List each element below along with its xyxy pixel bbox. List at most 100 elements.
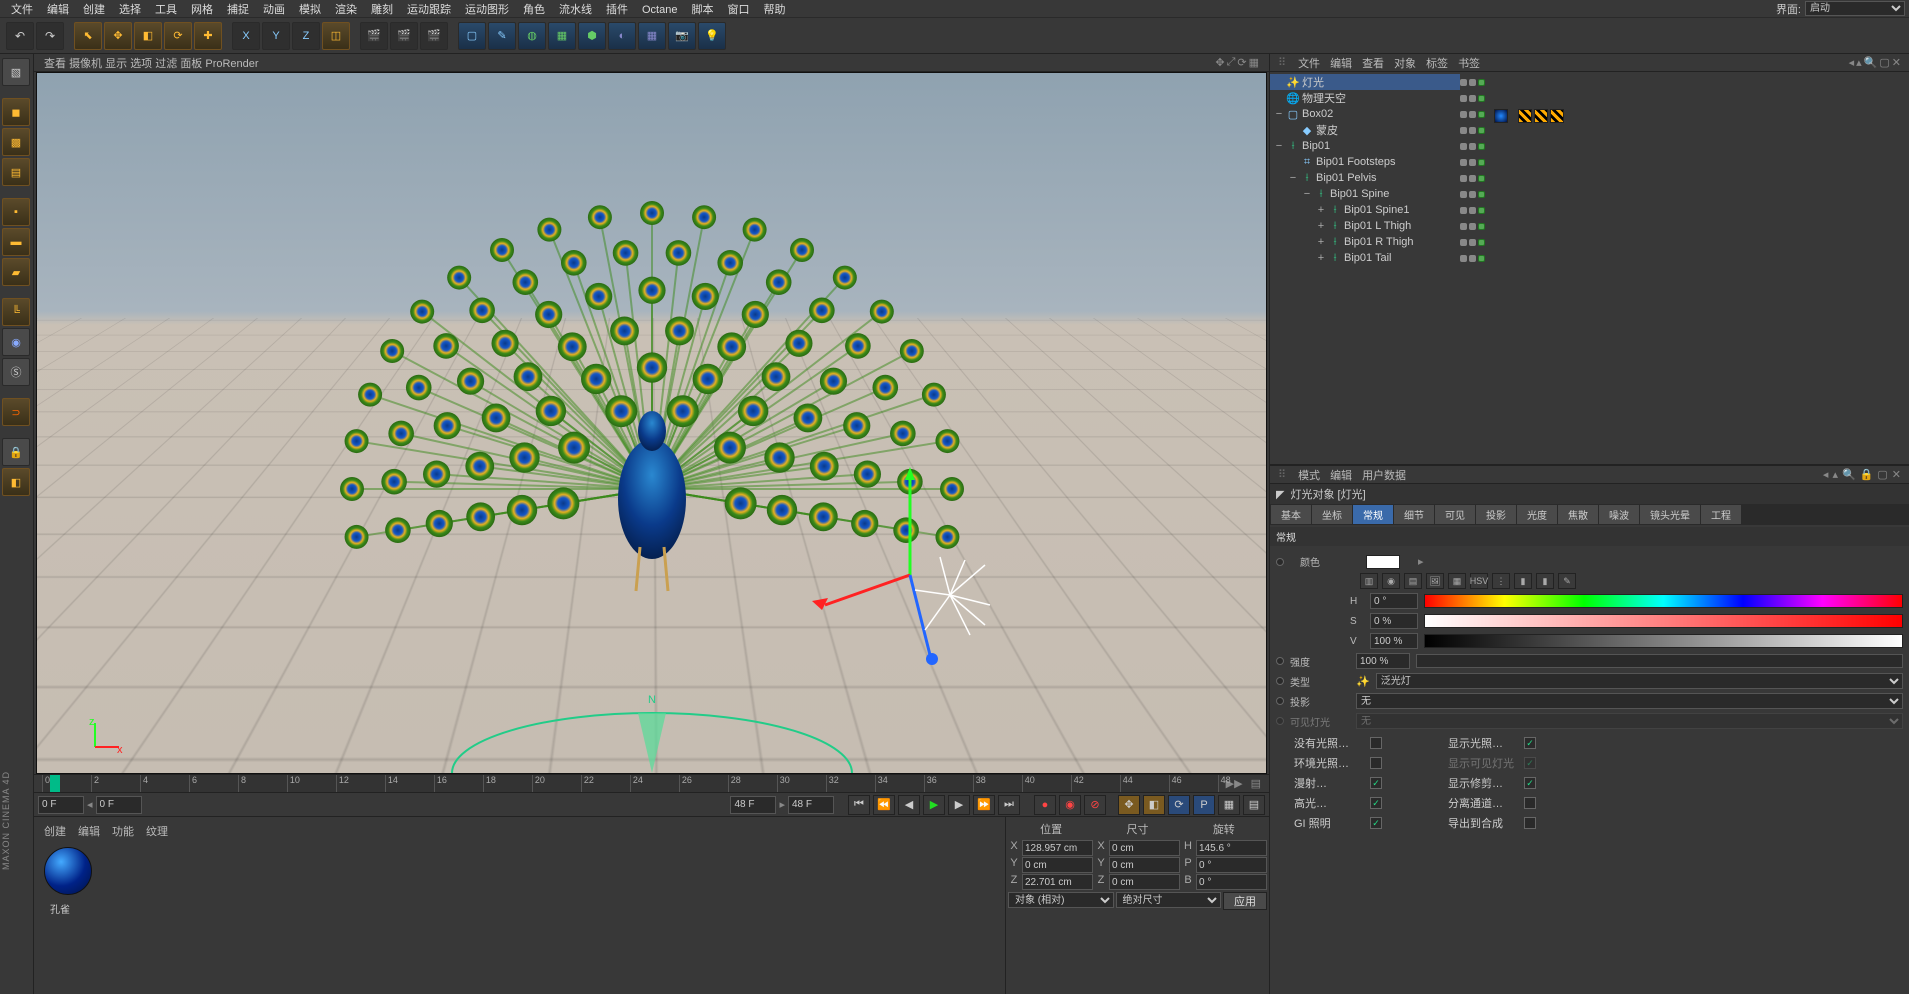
tree-item-Bip01-R-Thigh[interactable]: +⟊Bip01 R Thigh: [1270, 234, 1460, 250]
menu-网格[interactable]: 网格: [184, 4, 220, 16]
step-back-button[interactable]: ⏪: [873, 795, 895, 815]
om-grip-icon[interactable]: ⠿: [1278, 56, 1286, 69]
key-mode-3[interactable]: ⟳: [1168, 795, 1190, 815]
render-pv-button[interactable]: 🎬: [390, 22, 418, 50]
color-mode-hsv[interactable]: HSV: [1470, 573, 1488, 589]
key-mode-6[interactable]: ▤: [1243, 795, 1265, 815]
color-mode-mixer2[interactable]: ▮: [1536, 573, 1554, 589]
y-axis-lock-button[interactable]: Y: [262, 22, 290, 50]
attr-tab-光度[interactable]: 光度: [1517, 505, 1557, 524]
select-tool-button[interactable]: ⬉: [74, 22, 102, 50]
menu-渲染[interactable]: 渲染: [328, 4, 364, 16]
undo-button[interactable]: ↶: [6, 22, 34, 50]
snap-button[interactable]: Ⓢ: [2, 358, 30, 386]
model-mode-button[interactable]: ◼: [2, 98, 30, 126]
intensity-field[interactable]: [1356, 653, 1410, 669]
am-x-icon[interactable]: ✕: [1892, 468, 1901, 481]
coord-apply-button[interactable]: 应用: [1223, 892, 1267, 910]
mat-tab-功能[interactable]: 功能: [112, 823, 134, 839]
point-mode-button[interactable]: ▪: [2, 198, 30, 226]
expand-icon[interactable]: +: [1316, 204, 1326, 216]
key-mode-1[interactable]: ✥: [1118, 795, 1140, 815]
pos-Y[interactable]: [1022, 857, 1093, 873]
anim-dot-type[interactable]: [1276, 677, 1284, 685]
tweak-mode-button[interactable]: ◉: [2, 328, 30, 356]
tree-item-Bip01-Footsteps[interactable]: ⌗Bip01 Footsteps: [1270, 154, 1460, 170]
pos-X[interactable]: [1022, 840, 1093, 856]
expand-icon[interactable]: +: [1316, 252, 1326, 264]
hue-field[interactable]: [1370, 593, 1418, 609]
menu-编辑[interactable]: 编辑: [40, 4, 76, 16]
expand-icon[interactable]: −: [1302, 188, 1312, 200]
vp-menu-显示[interactable]: 显示: [105, 58, 127, 70]
gi-checkbox[interactable]: [1370, 817, 1382, 829]
tree-item-Bip01-Spine[interactable]: −⟊Bip01 Spine: [1270, 186, 1460, 202]
vp-menu-过滤[interactable]: 过滤: [155, 58, 177, 70]
size-X[interactable]: [1109, 840, 1180, 856]
tree-item-Bip01-Tail[interactable]: +⟊Bip01 Tail: [1270, 250, 1460, 266]
vp-nav-icon-4[interactable]: ▦: [1249, 56, 1259, 69]
axis-mode-button[interactable]: ╚: [2, 298, 30, 326]
poly-mode-button[interactable]: ▰: [2, 258, 30, 286]
om-menu-标签[interactable]: 标签: [1426, 58, 1448, 70]
size-Y[interactable]: [1109, 857, 1180, 873]
am-grip-icon[interactable]: ⠿: [1278, 468, 1286, 481]
vp-menu-ProRender[interactable]: ProRender: [205, 58, 258, 70]
tree-item-Bip01-Pelvis[interactable]: −⟊Bip01 Pelvis: [1270, 170, 1460, 186]
coord-system-button[interactable]: ◫: [322, 22, 350, 50]
edge-mode-button[interactable]: ▬: [2, 228, 30, 256]
next-frame-button[interactable]: ▶: [948, 795, 970, 815]
am-new-icon[interactable]: ▢: [1877, 468, 1887, 481]
coord-mode-a[interactable]: 对象 (相对): [1008, 892, 1114, 908]
key-mode-5[interactable]: ▦: [1218, 795, 1240, 815]
rot-B[interactable]: [1196, 874, 1267, 890]
color-dropdown-icon[interactable]: ▸: [1418, 555, 1424, 568]
attr-tab-可见[interactable]: 可见: [1435, 505, 1475, 524]
step-fwd-button[interactable]: ⏩: [973, 795, 995, 815]
am-search-icon[interactable]: 🔍: [1842, 468, 1856, 481]
recent-tool-button[interactable]: ✚: [194, 22, 222, 50]
om-menu-编辑[interactable]: 编辑: [1330, 58, 1352, 70]
range-end-a-field[interactable]: [730, 796, 776, 814]
om-menu-书签[interactable]: 书签: [1458, 58, 1480, 70]
am-lock-icon[interactable]: 🔒: [1860, 468, 1874, 481]
menu-角色[interactable]: 角色: [516, 4, 552, 16]
color-picker[interactable]: ✎: [1558, 573, 1576, 589]
goto-start-button[interactable]: ⏮: [848, 795, 870, 815]
specular-checkbox[interactable]: [1370, 797, 1382, 809]
current-frame-field[interactable]: [96, 796, 142, 814]
tree-item-Bip01-L-Thigh[interactable]: +⟊Bip01 L Thigh: [1270, 218, 1460, 234]
om-filter-icon[interactable]: ▢: [1879, 56, 1889, 69]
om-x-icon[interactable]: ✕: [1892, 56, 1901, 69]
vp-menu-摄像机[interactable]: 摄像机: [69, 58, 102, 70]
play-button[interactable]: ▶: [923, 795, 945, 815]
anim-dot-shadow[interactable]: [1276, 697, 1284, 705]
add-camera-button[interactable]: ▦: [638, 22, 666, 50]
range-end-b-field[interactable]: [788, 796, 834, 814]
menu-流水线[interactable]: 流水线: [552, 4, 599, 16]
menu-选择[interactable]: 选择: [112, 4, 148, 16]
tag-4[interactable]: [1550, 109, 1564, 123]
diffuse-checkbox[interactable]: [1370, 777, 1382, 789]
vp-menu-查看[interactable]: 查看: [44, 58, 66, 70]
mat-tab-编辑[interactable]: 编辑: [78, 823, 100, 839]
expand-icon[interactable]: −: [1274, 108, 1284, 120]
render-view-button[interactable]: 🎬: [360, 22, 388, 50]
menu-创建[interactable]: 创建: [76, 4, 112, 16]
sep-pass-checkbox[interactable]: [1524, 797, 1536, 809]
color-mode-swatches[interactable]: ▦: [1448, 573, 1466, 589]
menu-插件[interactable]: 插件: [599, 4, 635, 16]
om-menu-文件[interactable]: 文件: [1298, 58, 1320, 70]
redo-button[interactable]: ↷: [36, 22, 64, 50]
val-slider[interactable]: [1424, 634, 1903, 648]
menu-Octane[interactable]: Octane: [635, 4, 684, 16]
add-deformer-button[interactable]: ⬢: [578, 22, 606, 50]
texture-mode-button[interactable]: ▩: [2, 128, 30, 156]
add-pen-button[interactable]: ✎: [488, 22, 516, 50]
expand-icon[interactable]: +: [1316, 236, 1326, 248]
material-name[interactable]: 孔雀: [38, 901, 70, 916]
tag-3[interactable]: [1534, 109, 1548, 123]
tag-1[interactable]: [1494, 109, 1508, 123]
tree-item-物理天空[interactable]: 🌐物理天空: [1270, 90, 1460, 106]
key-mode-4[interactable]: P: [1193, 795, 1215, 815]
